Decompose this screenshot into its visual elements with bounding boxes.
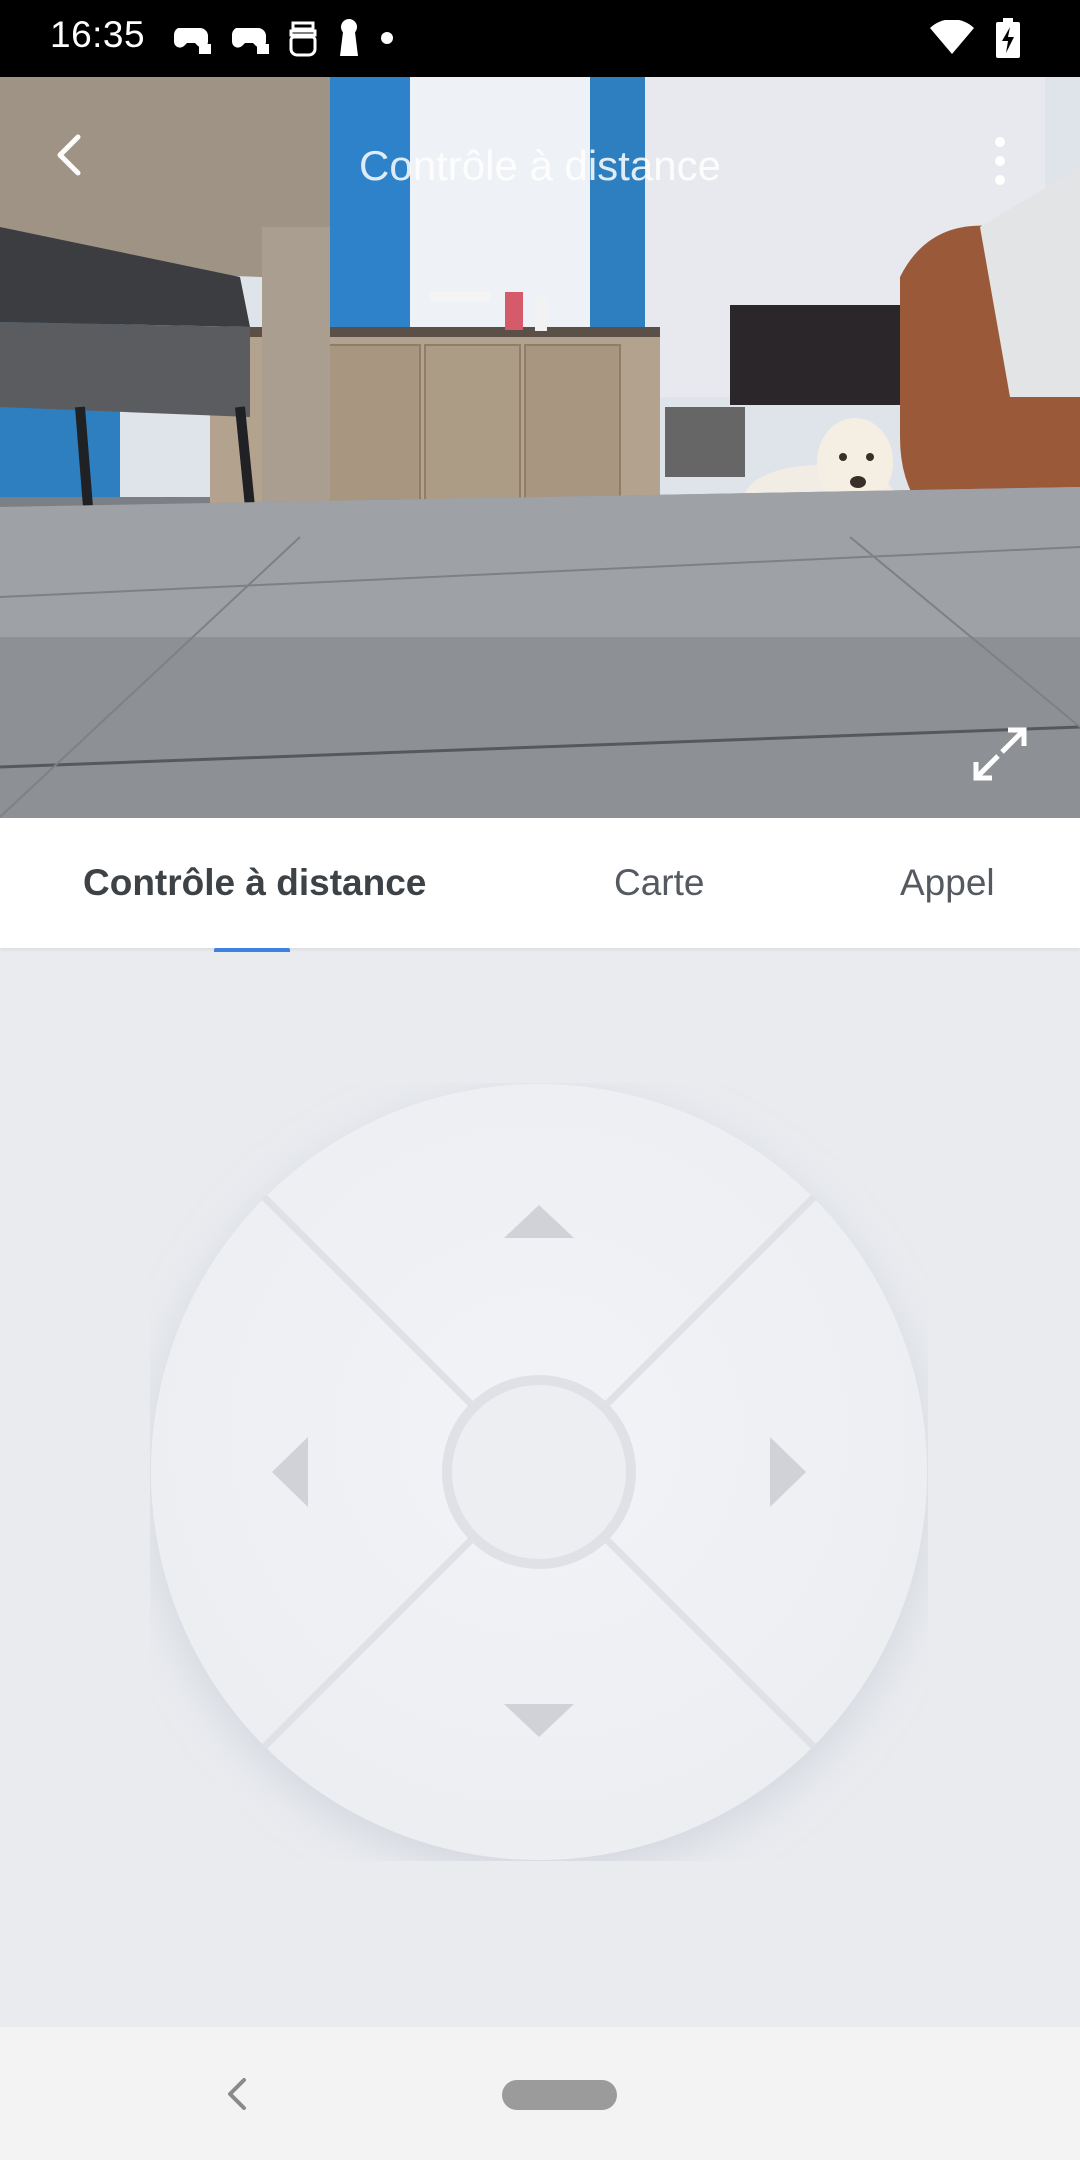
chat-bot-icon — [289, 21, 317, 57]
wifi-icon — [930, 20, 974, 54]
camera-video-feed[interactable]: Contrôle à distance — [0, 77, 1080, 818]
tab-remote-control[interactable]: Contrôle à distance — [83, 862, 426, 904]
status-bar: 16:35 — [0, 0, 1080, 77]
notification-icons — [172, 18, 394, 58]
nav-back-icon[interactable] — [222, 2074, 254, 2114]
tab-bar: Contrôle à distance Carte Appel — [0, 818, 1080, 948]
game-controller-icon — [173, 28, 211, 54]
battery-charging-icon — [996, 18, 1020, 58]
status-time: 16:35 — [50, 14, 146, 55]
dot-icon — [381, 32, 393, 44]
tab-map[interactable]: Carte — [614, 862, 704, 904]
chevron-left-icon[interactable] — [44, 127, 100, 183]
tab-call[interactable]: Appel — [900, 862, 995, 904]
nav-home-pill[interactable] — [502, 2080, 617, 2110]
keyhole-icon — [340, 19, 358, 56]
more-vertical-icon[interactable] — [980, 134, 1020, 194]
page-title: Contrôle à distance — [359, 142, 721, 189]
game-controller-icon — [231, 28, 269, 54]
expand-icon[interactable] — [968, 722, 1032, 786]
system-icons — [930, 18, 1020, 58]
app-screen: 16:35 Contrôle à distance Contrôle à dis… — [0, 0, 1080, 2160]
direction-pad — [151, 1084, 927, 1860]
center-button[interactable] — [442, 1375, 636, 1569]
